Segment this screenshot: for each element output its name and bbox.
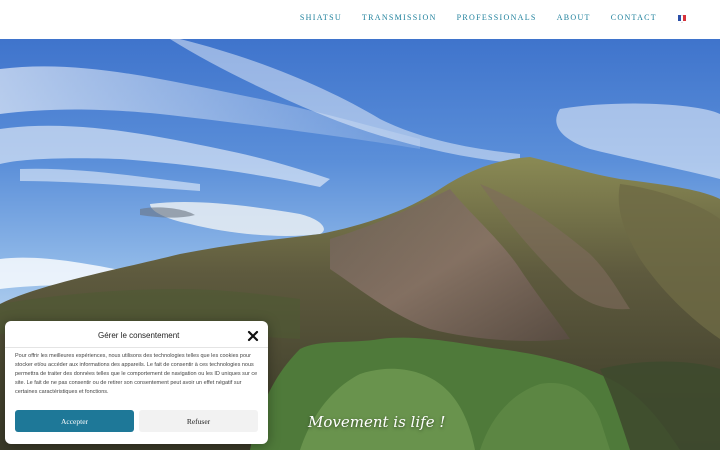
nav-item-contact[interactable]: CONTACT bbox=[611, 13, 657, 23]
consent-divider bbox=[5, 347, 268, 348]
refuse-button[interactable]: Refuser bbox=[139, 410, 258, 432]
nav-item-about[interactable]: ABOUT bbox=[557, 13, 591, 23]
nav-item-transmission[interactable]: TRANSMISSION bbox=[362, 13, 437, 23]
hero-slogan: Movement is life ! bbox=[308, 413, 446, 431]
close-icon[interactable] bbox=[247, 330, 259, 342]
consent-text: Pour offrir les meilleures expériences, … bbox=[15, 353, 258, 396]
nav-item-professionals[interactable]: PROFESSIONALS bbox=[457, 13, 537, 23]
accept-button[interactable]: Accepter bbox=[15, 410, 134, 432]
consent-dialog: Gérer le consentement Pour offrir les me… bbox=[5, 321, 268, 444]
french-flag-icon[interactable] bbox=[678, 15, 687, 23]
site-header: SHIATSU TRANSMISSION PROFESSIONALS ABOUT… bbox=[0, 0, 720, 39]
main-nav: SHIATSU TRANSMISSION PROFESSIONALS ABOUT… bbox=[280, 13, 687, 23]
nav-item-shiatsu[interactable]: SHIATSU bbox=[300, 13, 342, 23]
consent-title: Gérer le consentement bbox=[98, 331, 180, 340]
